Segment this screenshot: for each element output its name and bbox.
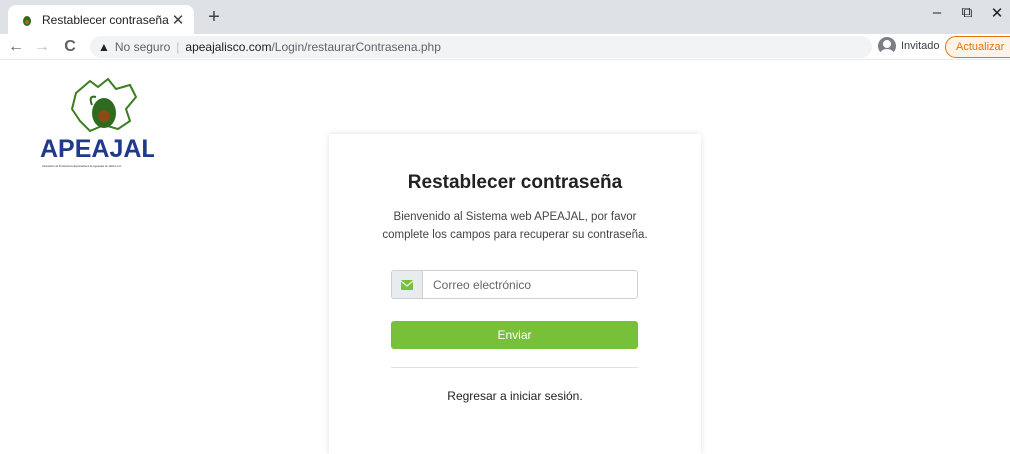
tab-title: Restablecer contraseña (42, 12, 169, 27)
url-path: /Login/restaurarContrasena.php (271, 40, 441, 54)
minimize-button[interactable]: – (922, 4, 952, 21)
update-label: Actualizar (956, 41, 1005, 53)
tab-close-icon[interactable]: ✕ (170, 11, 186, 29)
back-button[interactable]: ← (6, 37, 26, 57)
address-separator: | (176, 40, 180, 54)
submit-button[interactable]: Enviar (391, 321, 638, 349)
address-bar[interactable]: ▲ No seguro | apeajalisco.com /Login/res… (90, 36, 872, 58)
page-content: APEAJAL Asociación de Productores Export… (0, 61, 1010, 454)
intro-text: Bienvenido al Sistema web APEAJAL, por f… (382, 211, 648, 241)
url-host: apeajalisco.com (185, 40, 272, 54)
restore-button[interactable]: ⧉ (952, 4, 982, 21)
profile-button[interactable]: Invitado (878, 37, 940, 55)
logo-text: APEAJAL (40, 135, 154, 163)
logo-fine-print: Asociación de Productores Exportadores d… (42, 164, 122, 168)
apeajal-favicon-icon (20, 13, 34, 27)
security-label[interactable]: No seguro (115, 40, 170, 54)
browser-tab[interactable]: Restablecer contraseña ✕ (8, 5, 194, 34)
reload-button[interactable]: C (60, 37, 80, 57)
profile-label: Invitado (901, 40, 940, 52)
back-to-login-link[interactable]: Regresar a iniciar sesión. (329, 389, 701, 403)
page-title: Restablecer contraseña (407, 172, 623, 193)
new-tab-button[interactable]: + (202, 6, 226, 30)
update-button[interactable]: Actualizar ⋮ (945, 36, 1010, 58)
tab-strip: Restablecer contraseña ✕ + – ⧉ ✕ (0, 0, 1010, 34)
apeajal-logo: APEAJAL Asociación de Productores Export… (38, 75, 157, 185)
guest-avatar-icon (878, 37, 896, 55)
close-window-button[interactable]: ✕ (982, 4, 1010, 22)
forward-button[interactable]: → (32, 37, 52, 57)
email-field[interactable] (423, 271, 637, 298)
browser-toolbar: ← → C ▲ No seguro | apeajalisco.com /Log… (0, 34, 1010, 60)
reset-password-card: Restablecer contraseña Bienvenido al Sis… (329, 134, 701, 454)
warning-icon: ▲ (98, 40, 110, 54)
divider (391, 367, 638, 368)
email-input-group (391, 270, 638, 299)
envelope-icon (392, 271, 423, 298)
